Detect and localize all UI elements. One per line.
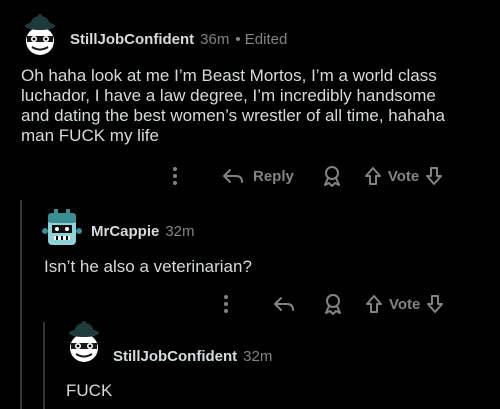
snoo-detective-avatar-icon <box>25 14 55 55</box>
upvote-arrow-icon <box>366 295 382 313</box>
reply-button[interactable]: Reply <box>222 167 294 185</box>
avatar[interactable] <box>40 205 84 249</box>
snoo-detective-avatar-icon <box>69 321 99 362</box>
comment-timestamp: 32m <box>165 223 195 240</box>
reply-arrow-icon <box>274 297 294 311</box>
comment-author[interactable]: StillJobConfident <box>113 348 237 365</box>
edited-label: • Edited <box>235 31 288 48</box>
comment-body: Oh haha look at me I’m Beast Mortos, I’m… <box>21 66 445 145</box>
comment-author[interactable]: StillJobConfident <box>70 31 194 48</box>
more-vertical-icon <box>224 295 228 313</box>
comment-body: FUCK <box>66 381 113 400</box>
avatar[interactable] <box>62 321 106 365</box>
avatar[interactable] <box>18 14 62 58</box>
downvote-arrow-icon <box>426 167 443 185</box>
vote-label: Vote <box>387 167 420 185</box>
more-vertical-icon <box>173 167 177 185</box>
upvote-arrow-icon <box>364 167 381 185</box>
thread-line-nested[interactable] <box>43 322 45 409</box>
reply-label: Reply <box>253 167 294 185</box>
upvote-button[interactable] <box>364 166 382 186</box>
award-button[interactable] <box>323 293 343 315</box>
thread-line[interactable] <box>20 200 22 409</box>
snoo-robot-avatar-icon <box>42 209 82 245</box>
more-options-button[interactable] <box>172 166 192 186</box>
award-button[interactable] <box>322 165 342 187</box>
award-icon <box>323 166 340 187</box>
downvote-button[interactable] <box>425 166 443 186</box>
downvote-button[interactable] <box>426 294 444 314</box>
comment-timestamp: 32m <box>243 348 273 365</box>
downvote-arrow-icon <box>427 295 444 313</box>
comment-author[interactable]: MrCappie <box>91 223 159 240</box>
reply-arrow-icon <box>223 169 243 183</box>
reply-button[interactable] <box>273 295 295 313</box>
comment-timestamp: 36m <box>200 31 230 48</box>
award-icon <box>325 294 341 315</box>
comment-body: Isn’t he also a veterinarian? <box>44 257 252 276</box>
upvote-button[interactable] <box>365 294 383 314</box>
more-options-button[interactable] <box>223 294 243 314</box>
vote-label: Vote <box>389 295 421 313</box>
